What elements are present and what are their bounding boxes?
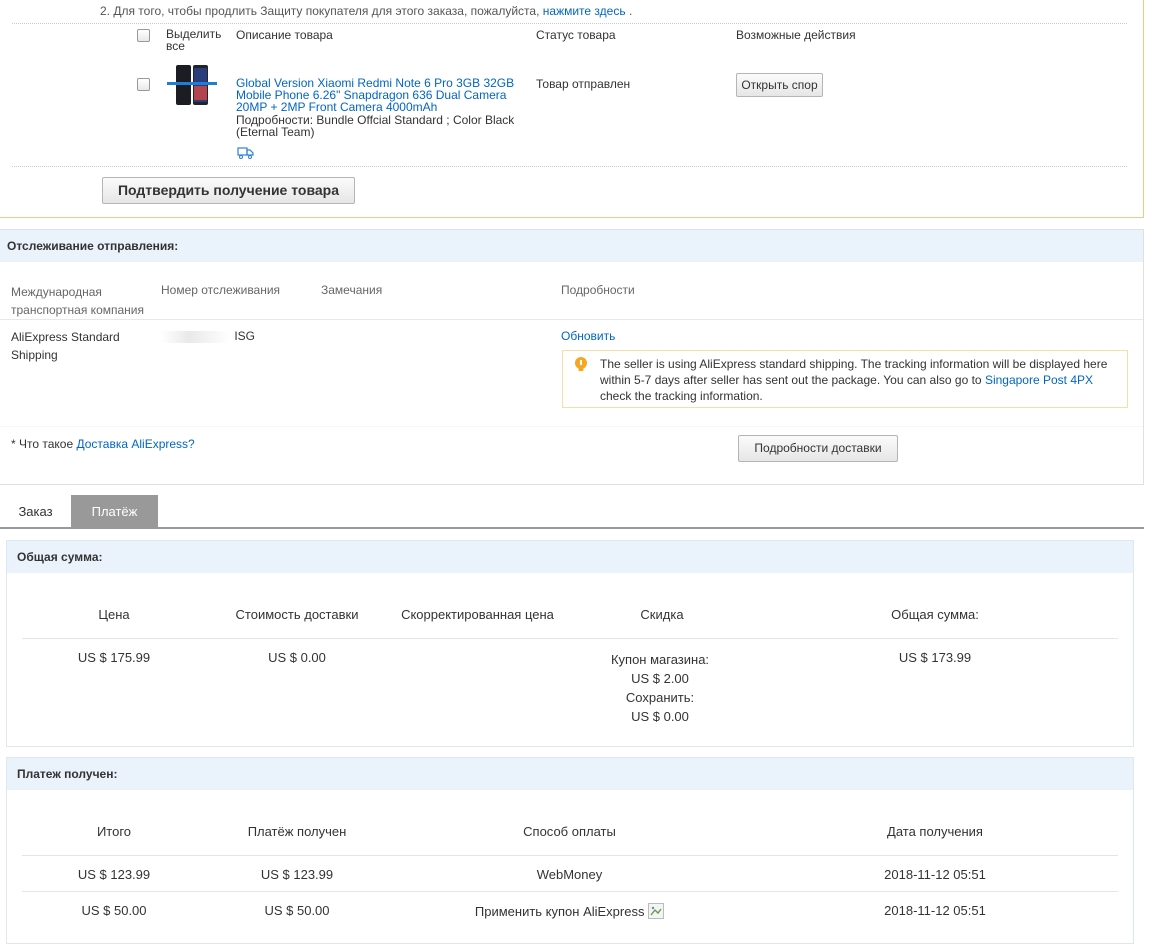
tracking-number-header: Номер отслеживания (161, 283, 281, 297)
tab-order[interactable]: Заказ (0, 495, 71, 528)
table-row-received: US $ 50.00 (264, 903, 330, 918)
divider (22, 855, 1118, 856)
table-row-received: US $ 123.99 (260, 867, 334, 882)
buyer-protection-notice: 2. Для того, чтобы продлить Защиту покуп… (100, 4, 633, 18)
divider (12, 166, 1127, 167)
tracking-number: ISG (161, 329, 255, 343)
shipping-footnote: * Что такое Доставка AliExpress? (11, 437, 195, 451)
shipping-cost-header: Стоимость доставки (235, 607, 359, 622)
store-coupon-label: Купон магазина: (610, 652, 710, 667)
adjusted-price-header: Скорректированная цена (401, 607, 554, 622)
actions-header: Возможные действия (736, 28, 856, 42)
table-row-date: 2018-11-12 05:51 (884, 903, 986, 918)
aliexpress-shipping-link[interactable]: Доставка AliExpress? (76, 437, 194, 451)
total-value: US $ 173.99 (898, 650, 972, 665)
order-items-box: 2. Для того, чтобы продлить Защиту покуп… (0, 0, 1144, 218)
shipping-cost-value: US $ 0.00 (268, 650, 326, 665)
company-header: Международная транспортная компания (11, 285, 144, 317)
price-value: US $ 175.99 (77, 650, 151, 665)
tab-payment[interactable]: Платёж (71, 495, 158, 528)
price-header: Цена (98, 607, 130, 622)
item-status: Товар отправлен (536, 77, 631, 91)
redacted-number-mask (161, 330, 231, 343)
tracking-section: Отслеживание отправления: Международная … (0, 229, 1144, 485)
divider (22, 891, 1118, 892)
payment-received-panel: Платеж получен: Итого Платёж получен Спо… (6, 757, 1134, 944)
truck-icon[interactable] (237, 147, 254, 162)
status-header: Статус товара (536, 28, 616, 42)
shipping-notice: The seller is using AliExpress standard … (562, 350, 1128, 408)
totals-title: Общая сумма: (7, 541, 1133, 573)
divider (22, 638, 1118, 639)
tab-underline (0, 527, 1144, 529)
description-header: Описание товара (236, 28, 333, 42)
divider (0, 319, 1143, 320)
product-thumbnail[interactable] (167, 64, 217, 106)
order-totals-panel: Общая сумма: Цена Стоимость доставки Ско… (6, 540, 1134, 747)
payment-title: Платеж получен: (7, 758, 1133, 790)
product-title-link[interactable]: Global Version Xiaomi Redmi Note 6 Pro 3… (236, 77, 521, 113)
payment-date-header: Дата получения (887, 824, 983, 839)
table-row-method: WebMoney (536, 867, 603, 882)
total-header: Общая сумма: (891, 607, 979, 622)
shipping-company: AliExpress Standard Shipping (11, 330, 120, 362)
save-label: Сохранить: (625, 690, 695, 705)
lightbulb-icon (574, 357, 588, 376)
broken-image-icon (648, 903, 665, 919)
item-checkbox[interactable] (137, 78, 150, 91)
select-all-checkbox[interactable] (137, 29, 150, 42)
shipping-notice-text: The seller is using AliExpress standard … (600, 357, 1108, 403)
payment-total-header: Итого (96, 824, 132, 839)
discount-header: Скидка (640, 607, 684, 622)
select-all-label: Выделить все (166, 27, 222, 53)
tracking-title: Отслеживание отправления: (0, 230, 1143, 262)
update-tracking-link[interactable]: Обновить (561, 329, 615, 343)
details-header: Подробности (561, 283, 635, 297)
table-row-method: Применить купон AliExpress (447, 903, 692, 919)
save-value: US $ 0.00 (631, 709, 689, 724)
confirm-receipt-button[interactable]: Подтвердить получение товара (102, 177, 355, 204)
table-row-total: US $ 123.99 (77, 867, 151, 882)
shipping-details-button[interactable]: Подробности доставки (738, 435, 898, 462)
singapore-post-link[interactable]: Singapore Post 4PX (985, 373, 1093, 387)
table-row-date: 2018-11-12 05:51 (884, 867, 986, 882)
payment-method-header: Способ оплаты (523, 824, 616, 839)
payment-received-header: Платёж получен (247, 824, 347, 839)
product-details: Подробности: Bundle Offcial Standard ; C… (236, 113, 515, 139)
table-row-total: US $ 50.00 (81, 903, 147, 918)
open-dispute-button[interactable]: Открыть спор (736, 73, 823, 97)
discount-details: Купон магазина: US $ 2.00 Сохранить: US … (585, 650, 735, 726)
store-coupon-value: US $ 2.00 (631, 671, 689, 686)
remarks-header: Замечания (321, 283, 383, 297)
extend-protection-link[interactable]: нажмите здесь (543, 4, 626, 18)
divider (0, 426, 1143, 427)
divider (12, 23, 1127, 24)
